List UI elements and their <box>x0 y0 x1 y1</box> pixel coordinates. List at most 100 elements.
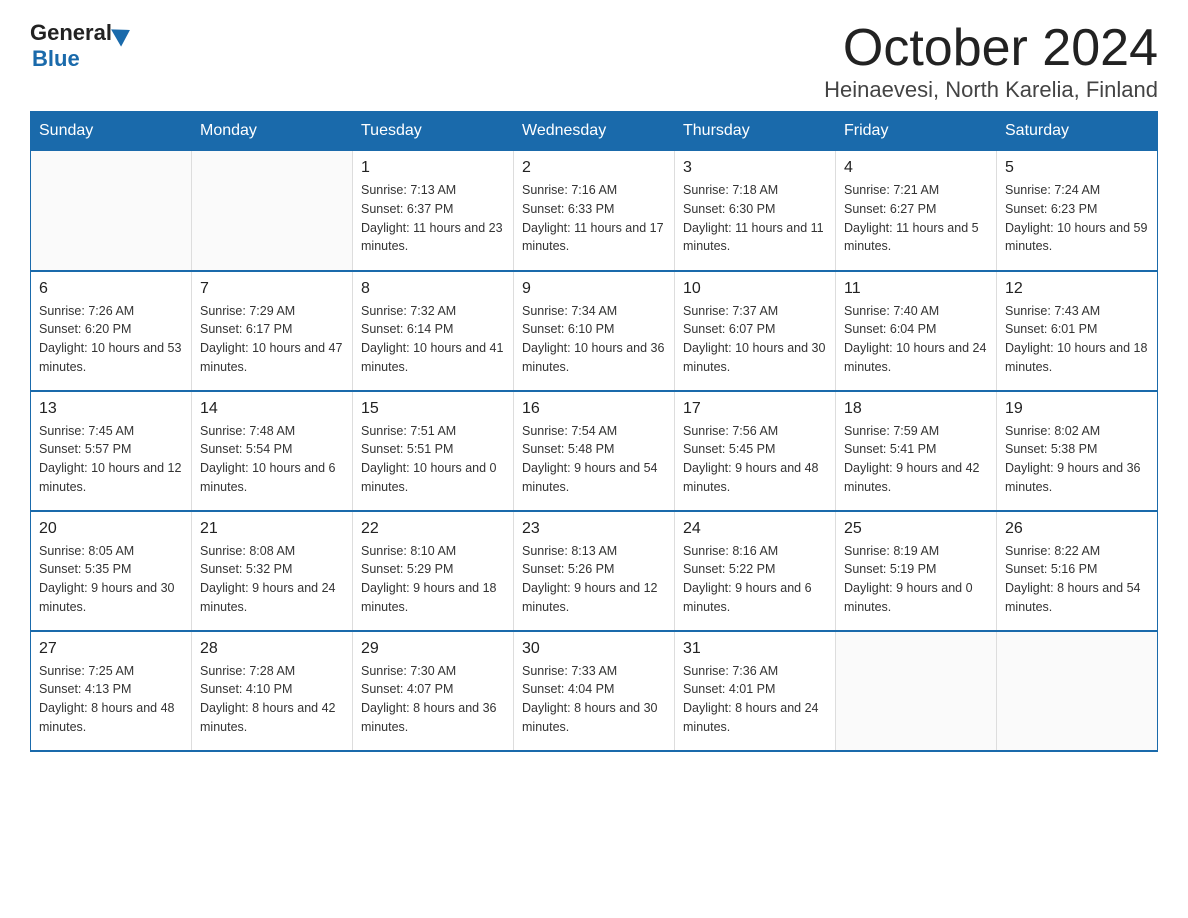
day-number: 12 <box>1005 280 1149 298</box>
calendar-month-year: October 2024 <box>824 20 1158 77</box>
day-number: 15 <box>361 400 505 418</box>
day-number: 2 <box>522 159 666 177</box>
table-row: 1 Sunrise: 7:13 AMSunset: 6:37 PMDaylight… <box>353 151 514 271</box>
table-row: 14 Sunrise: 7:48 AMSunset: 5:54 PMDayligh… <box>192 391 353 511</box>
table-row: 18 Sunrise: 7:59 AMSunset: 5:41 PMDayligh… <box>836 391 997 511</box>
table-row: 20 Sunrise: 8:05 AMSunset: 5:35 PMDayligh… <box>31 511 192 631</box>
table-row: 23 Sunrise: 8:13 AMSunset: 5:26 PMDayligh… <box>514 511 675 631</box>
day-info: Sunrise: 7:34 AMSunset: 6:10 PMDaylight:… <box>522 302 666 377</box>
table-row: 9 Sunrise: 7:34 AMSunset: 6:10 PMDaylight… <box>514 271 675 391</box>
day-number: 20 <box>39 520 183 538</box>
day-number: 7 <box>200 280 344 298</box>
day-number: 8 <box>361 280 505 298</box>
day-number: 31 <box>683 640 827 658</box>
day-info: Sunrise: 7:24 AMSunset: 6:23 PMDaylight:… <box>1005 181 1149 256</box>
logo: General Blue <box>30 20 131 72</box>
day-number: 5 <box>1005 159 1149 177</box>
day-info: Sunrise: 8:13 AMSunset: 5:26 PMDaylight:… <box>522 542 666 617</box>
page-header: General Blue October 2024 Heinaevesi, No… <box>30 20 1158 103</box>
col-sunday: Sunday <box>31 112 192 151</box>
day-info: Sunrise: 8:22 AMSunset: 5:16 PMDaylight:… <box>1005 542 1149 617</box>
calendar-week-row: 20 Sunrise: 8:05 AMSunset: 5:35 PMDayligh… <box>31 511 1158 631</box>
table-row: 7 Sunrise: 7:29 AMSunset: 6:17 PMDaylight… <box>192 271 353 391</box>
day-info: Sunrise: 7:56 AMSunset: 5:45 PMDaylight:… <box>683 422 827 497</box>
table-row: 24Sunrise: 8:16 AMSunset: 5:22 PMDayligh… <box>675 511 836 631</box>
day-number: 19 <box>1005 400 1149 418</box>
day-number: 18 <box>844 400 988 418</box>
day-number: 14 <box>200 400 344 418</box>
day-number: 6 <box>39 280 183 298</box>
col-tuesday: Tuesday <box>353 112 514 151</box>
day-number: 16 <box>522 400 666 418</box>
table-row <box>836 631 997 751</box>
day-info: Sunrise: 7:32 AMSunset: 6:14 PMDaylight:… <box>361 302 505 377</box>
day-info: Sunrise: 7:29 AMSunset: 6:17 PMDaylight:… <box>200 302 344 377</box>
day-info: Sunrise: 7:43 AMSunset: 6:01 PMDaylight:… <box>1005 302 1149 377</box>
day-number: 9 <box>522 280 666 298</box>
table-row: 21Sunrise: 8:08 AMSunset: 5:32 PMDayligh… <box>192 511 353 631</box>
calendar-week-row: 6Sunrise: 7:26 AMSunset: 6:20 PMDaylight… <box>31 271 1158 391</box>
day-number: 22 <box>361 520 505 538</box>
day-info: Sunrise: 7:59 AMSunset: 5:41 PMDaylight:… <box>844 422 988 497</box>
col-thursday: Thursday <box>675 112 836 151</box>
table-row: 31 Sunrise: 7:36 AMSunset: 4:01 PMDayligh… <box>675 631 836 751</box>
calendar-week-row: 27 Sunrise: 7:25 AMSunset: 4:13 PMDayligh… <box>31 631 1158 751</box>
day-info: Sunrise: 7:40 AMSunset: 6:04 PMDaylight:… <box>844 302 988 377</box>
col-saturday: Saturday <box>997 112 1158 151</box>
day-info: Sunrise: 7:36 AMSunset: 4:01 PMDaylight:… <box>683 662 827 737</box>
day-info: Sunrise: 7:25 AMSunset: 4:13 PMDaylight:… <box>39 662 183 737</box>
day-info: Sunrise: 7:51 AMSunset: 5:51 PMDaylight:… <box>361 422 505 497</box>
table-row: 25 Sunrise: 8:19 AMSunset: 5:19 PMDayligh… <box>836 511 997 631</box>
table-row: 27 Sunrise: 7:25 AMSunset: 4:13 PMDayligh… <box>31 631 192 751</box>
day-number: 4 <box>844 159 988 177</box>
day-number: 25 <box>844 520 988 538</box>
day-number: 23 <box>522 520 666 538</box>
day-number: 1 <box>361 159 505 177</box>
table-row: 26Sunrise: 8:22 AMSunset: 5:16 PMDayligh… <box>997 511 1158 631</box>
table-row: 15 Sunrise: 7:51 AMSunset: 5:51 PMDayligh… <box>353 391 514 511</box>
day-info: Sunrise: 8:05 AMSunset: 5:35 PMDaylight:… <box>39 542 183 617</box>
table-row <box>997 631 1158 751</box>
calendar-table: Sunday Monday Tuesday Wednesday Thursday… <box>30 111 1158 752</box>
day-info: Sunrise: 7:30 AMSunset: 4:07 PMDaylight:… <box>361 662 505 737</box>
logo-general-text: General <box>30 20 112 46</box>
table-row: 4Sunrise: 7:21 AMSunset: 6:27 PMDaylight… <box>836 151 997 271</box>
logo-arrow-icon <box>111 21 135 46</box>
table-row: 19 Sunrise: 8:02 AMSunset: 5:38 PMDayligh… <box>997 391 1158 511</box>
day-number: 3 <box>683 159 827 177</box>
table-row: 2 Sunrise: 7:16 AMSunset: 6:33 PMDaylight… <box>514 151 675 271</box>
day-info: Sunrise: 7:13 AMSunset: 6:37 PMDaylight:… <box>361 181 505 256</box>
calendar-location: Heinaevesi, North Karelia, Finland <box>824 77 1158 103</box>
day-info: Sunrise: 7:37 AMSunset: 6:07 PMDaylight:… <box>683 302 827 377</box>
table-row: 12 Sunrise: 7:43 AMSunset: 6:01 PMDayligh… <box>997 271 1158 391</box>
day-info: Sunrise: 7:45 AMSunset: 5:57 PMDaylight:… <box>39 422 183 497</box>
day-number: 17 <box>683 400 827 418</box>
table-row: 5 Sunrise: 7:24 AMSunset: 6:23 PMDaylight… <box>997 151 1158 271</box>
table-row: 28Sunrise: 7:28 AMSunset: 4:10 PMDayligh… <box>192 631 353 751</box>
calendar-header-row: Sunday Monday Tuesday Wednesday Thursday… <box>31 112 1158 151</box>
day-info: Sunrise: 7:18 AMSunset: 6:30 PMDaylight:… <box>683 181 827 256</box>
table-row: 3 Sunrise: 7:18 AMSunset: 6:30 PMDaylight… <box>675 151 836 271</box>
day-number: 29 <box>361 640 505 658</box>
day-number: 27 <box>39 640 183 658</box>
calendar-week-row: 13Sunrise: 7:45 AMSunset: 5:57 PMDayligh… <box>31 391 1158 511</box>
day-info: Sunrise: 7:16 AMSunset: 6:33 PMDaylight:… <box>522 181 666 256</box>
col-wednesday: Wednesday <box>514 112 675 151</box>
day-info: Sunrise: 8:02 AMSunset: 5:38 PMDaylight:… <box>1005 422 1149 497</box>
table-row: 8 Sunrise: 7:32 AMSunset: 6:14 PMDaylight… <box>353 271 514 391</box>
day-info: Sunrise: 8:08 AMSunset: 5:32 PMDaylight:… <box>200 542 344 617</box>
day-info: Sunrise: 7:28 AMSunset: 4:10 PMDaylight:… <box>200 662 344 737</box>
table-row: 10Sunrise: 7:37 AMSunset: 6:07 PMDayligh… <box>675 271 836 391</box>
day-info: Sunrise: 7:48 AMSunset: 5:54 PMDaylight:… <box>200 422 344 497</box>
day-info: Sunrise: 7:54 AMSunset: 5:48 PMDaylight:… <box>522 422 666 497</box>
table-row: 11 Sunrise: 7:40 AMSunset: 6:04 PMDayligh… <box>836 271 997 391</box>
table-row: 29 Sunrise: 7:30 AMSunset: 4:07 PMDayligh… <box>353 631 514 751</box>
col-monday: Monday <box>192 112 353 151</box>
day-info: Sunrise: 8:19 AMSunset: 5:19 PMDaylight:… <box>844 542 988 617</box>
table-row <box>192 151 353 271</box>
table-row: 16 Sunrise: 7:54 AMSunset: 5:48 PMDayligh… <box>514 391 675 511</box>
day-number: 24 <box>683 520 827 538</box>
calendar-week-row: 1 Sunrise: 7:13 AMSunset: 6:37 PMDaylight… <box>31 151 1158 271</box>
day-number: 30 <box>522 640 666 658</box>
day-number: 11 <box>844 280 988 298</box>
